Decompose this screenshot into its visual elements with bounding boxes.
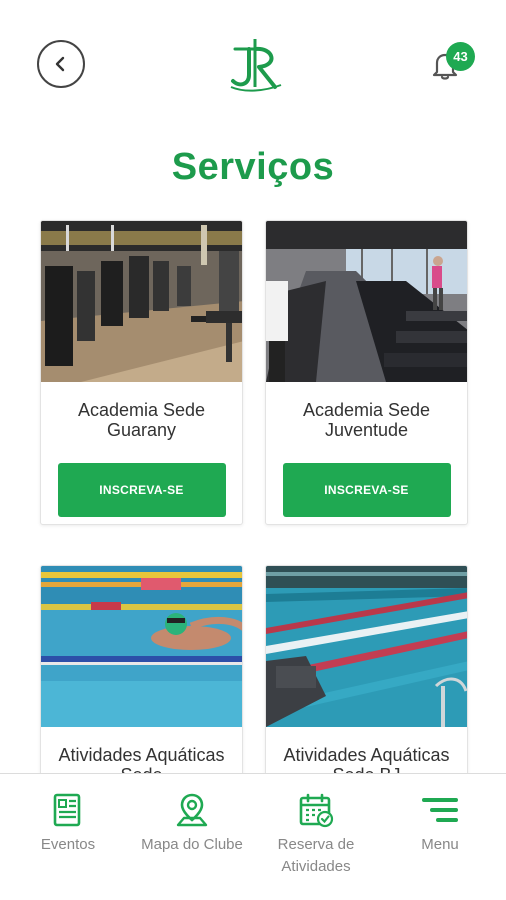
service-name: Academia Sede Juventude [302,400,431,440]
nav-item-mapa[interactable]: Mapa do Clube [132,792,252,856]
service-card[interactable]: Academia Sede Guarany INSCREVA-SE [40,220,243,525]
service-card[interactable]: Atividades Aquáticas Sede BJ [265,565,468,805]
calendar-check-icon [299,793,334,828]
service-card[interactable]: Atividades Aquáticas Sede [40,565,243,805]
indoor-pool-lanes-photo [266,566,467,727]
notification-count-badge: 43 [446,42,475,71]
page-title: Serviços [171,146,335,188]
back-button[interactable] [37,40,85,88]
app-header: 43 [0,0,506,120]
nav-item-menu[interactable]: Menu [402,792,478,856]
newspaper-icon [53,793,81,827]
enroll-button[interactable]: INSCREVA-SE [282,463,451,517]
hamburger-menu-icon [422,798,458,822]
gym-treadmills-photo [266,221,467,382]
enroll-button[interactable]: INSCREVA-SE [57,463,226,517]
nav-label: Eventos [40,836,96,853]
nav-item-reserva[interactable]: Reserva de Atividades [270,792,362,878]
nav-label: Menu [421,836,459,853]
chevron-left-icon [55,56,65,72]
nav-item-eventos[interactable]: Eventos [28,792,108,856]
swimmer-in-pool-photo [41,566,242,727]
service-name: Academia Sede Guarany [77,400,206,440]
nav-label: Reserva de Atividades [277,836,355,875]
bottom-navigation: Eventos Mapa do Clube Reserva de Ativida… [0,773,506,900]
gym-weight-machines-photo [41,221,242,382]
club-monogram-logo [230,39,282,92]
map-pin-icon [176,793,208,827]
service-card[interactable]: Academia Sede Juventude INSCREVA-SE [265,220,468,525]
nav-label: Mapa do Clube [141,836,243,853]
